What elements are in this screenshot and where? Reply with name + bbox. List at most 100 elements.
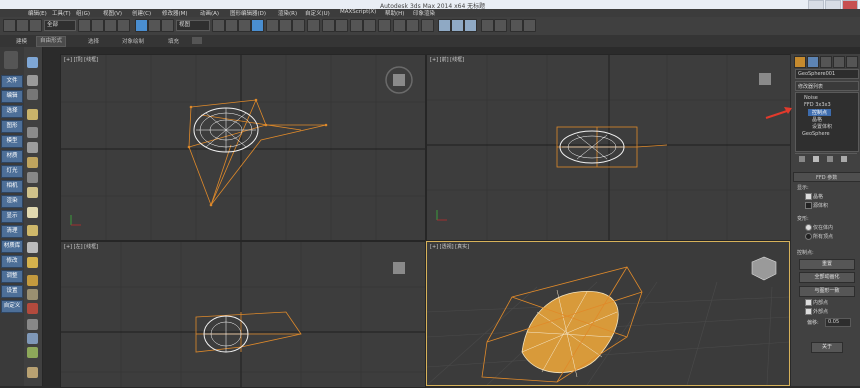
selection-filter-dropdown[interactable]: 全部: [44, 20, 76, 31]
select-rotate-icon[interactable]: [148, 19, 161, 32]
left-button-render[interactable]: 渲染: [1, 195, 23, 208]
align-icon[interactable]: [335, 19, 348, 32]
animate-all-button[interactable]: 全部动画化: [799, 272, 855, 283]
viewport-left[interactable]: [+] [左] [线框]: [60, 241, 426, 388]
stack-item-ffd[interactable]: FFD 3x3x3: [804, 102, 831, 108]
menu-item-graph-editors[interactable]: 图形编辑器(D): [230, 9, 266, 17]
layer-explorer-icon[interactable]: [350, 19, 363, 32]
modifier-stack[interactable]: Noise FFD 3x3x3 控制点 晶格 设置体积 GeoSphere: [795, 92, 859, 152]
outside-points-checkbox[interactable]: [805, 308, 812, 315]
menu-item-tools[interactable]: 工具(T): [52, 9, 71, 17]
menu-item-maxscript[interactable]: MAXScript(X): [340, 9, 376, 15]
menu-item-extra[interactable]: 印象渲染: [413, 9, 435, 17]
left-button-shape[interactable]: 图形: [1, 120, 23, 133]
left-button-light[interactable]: 灯光: [1, 165, 23, 178]
object-name-field[interactable]: GeoSphere001: [795, 69, 859, 79]
render-production-icon[interactable]: [464, 19, 477, 32]
stack-item-geosphere[interactable]: GeoSphere: [802, 131, 830, 137]
inside-points-checkbox[interactable]: [805, 299, 812, 306]
pin-stack-icon[interactable]: [799, 156, 805, 162]
undo-icon[interactable]: [3, 19, 16, 32]
all-vertices-radio[interactable]: [805, 233, 812, 240]
tool-icon[interactable]: [27, 127, 38, 138]
light-bulb-icon[interactable]: [27, 109, 38, 120]
modifier-list-dropdown[interactable]: 修改器列表: [795, 81, 859, 91]
figure-icon[interactable]: [27, 319, 38, 330]
left-button-modify[interactable]: 修改: [1, 255, 23, 268]
mirror-icon[interactable]: [322, 19, 335, 32]
link-icon[interactable]: [29, 19, 42, 32]
sphere-icon[interactable]: [27, 57, 38, 68]
brush-icon[interactable]: [27, 303, 38, 314]
left-button-settings[interactable]: 设置: [1, 285, 23, 298]
schematic-view-icon[interactable]: [406, 19, 419, 32]
material-icon[interactable]: [27, 157, 38, 168]
menu-item-edit[interactable]: 编辑(E): [28, 9, 47, 17]
select-manipulate-icon[interactable]: [225, 19, 238, 32]
tab-modeling[interactable]: 建模: [16, 37, 27, 45]
hierarchy-tab-icon[interactable]: [820, 56, 832, 68]
material-editor-icon[interactable]: [421, 19, 434, 32]
rock-icon[interactable]: [27, 367, 38, 378]
left-button-select[interactable]: 选择: [1, 105, 23, 118]
grid-icon[interactable]: [27, 289, 38, 300]
torus-icon[interactable]: [27, 225, 38, 236]
modify-tab-icon[interactable]: [807, 56, 819, 68]
select-scale-icon[interactable]: [161, 19, 174, 32]
left-button-material[interactable]: 材质: [1, 150, 23, 163]
render-iterative-icon[interactable]: [494, 19, 507, 32]
source-volume-checkbox[interactable]: [805, 202, 812, 209]
panel-icon[interactable]: [27, 89, 38, 100]
menu-item-group[interactable]: 组(G): [76, 9, 90, 17]
viewport-perspective[interactable]: [+] [透视] [真实]: [426, 241, 790, 386]
snap-toggle-icon[interactable]: [251, 19, 264, 32]
lattice-checkbox[interactable]: [805, 193, 812, 200]
remove-modifier-icon[interactable]: [841, 156, 847, 162]
tree-icon[interactable]: [27, 347, 38, 358]
spinner-snap-icon[interactable]: [292, 19, 305, 32]
conform-to-shape-button[interactable]: 与图形一致: [799, 286, 855, 297]
menu-item-rendering[interactable]: 渲染(R): [278, 9, 297, 17]
cone-icon[interactable]: [27, 242, 38, 253]
stack-item-lattice[interactable]: 晶格: [812, 116, 822, 123]
camera-icon[interactable]: [27, 142, 38, 153]
plant-icon[interactable]: [27, 333, 38, 344]
ref-coord-dropdown[interactable]: 视图: [176, 20, 210, 31]
target-icon[interactable]: [27, 275, 38, 286]
tab-selection[interactable]: 选择: [88, 37, 99, 45]
iray-icon[interactable]: [481, 19, 494, 32]
redo-icon[interactable]: [16, 19, 29, 32]
ffd-params-rollout[interactable]: FFD 参数: [793, 172, 860, 182]
left-button-file[interactable]: 文件: [1, 75, 23, 88]
layer-manager-icon[interactable]: [363, 19, 376, 32]
render-setup-icon[interactable]: [438, 19, 451, 32]
extra-tool-icon[interactable]: [523, 19, 536, 32]
helper-icon[interactable]: [27, 172, 38, 183]
pivot-icon[interactable]: [212, 19, 225, 32]
teapot-icon[interactable]: [27, 207, 38, 218]
motion-tab-icon[interactable]: [833, 56, 845, 68]
stack-item-control-points[interactable]: 控制点: [808, 109, 832, 116]
menu-item-views[interactable]: 视图(V): [103, 9, 122, 17]
make-unique-icon[interactable]: [827, 156, 833, 162]
display-tab-icon[interactable]: [846, 56, 858, 68]
curve-editor-icon[interactable]: [393, 19, 406, 32]
select-object-icon[interactable]: [78, 19, 91, 32]
tab-populate[interactable]: 填充: [168, 37, 179, 45]
stack-item-set-volume[interactable]: 设置体积: [812, 123, 832, 130]
select-move-icon[interactable]: [135, 19, 148, 32]
only-in-volume-radio[interactable]: [805, 224, 812, 231]
box-icon[interactable]: [27, 75, 38, 86]
offset-spinner[interactable]: 0.05: [825, 318, 851, 327]
stack-item-noise[interactable]: Noise: [804, 95, 818, 101]
tab-freeform[interactable]: 自由形式: [36, 36, 67, 47]
tab-object-paint[interactable]: 对象绘制: [122, 37, 144, 45]
left-button-customize[interactable]: 自定义: [1, 300, 23, 313]
menu-item-modifiers[interactable]: 修改器(M): [162, 9, 188, 17]
rect-selection-icon[interactable]: [104, 19, 117, 32]
left-button-display[interactable]: 显示: [1, 210, 23, 223]
named-selection-icon[interactable]: [307, 19, 320, 32]
viewport-top[interactable]: [+] [顶] [线框]: [60, 54, 426, 241]
viewport-front[interactable]: [+] [前] [线框]: [426, 54, 792, 241]
rendered-frame-icon[interactable]: [451, 19, 464, 32]
